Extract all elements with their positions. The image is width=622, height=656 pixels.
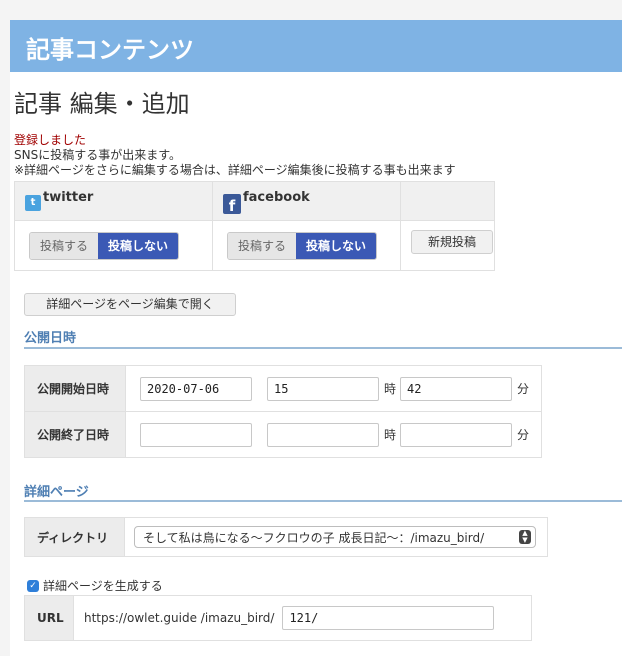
notice-line-2: ※詳細ページをさらに編集する場合は、詳細ページ編集後に投稿する事も出来ます bbox=[14, 163, 456, 177]
twitter-name: twitter bbox=[43, 189, 94, 205]
generate-detail-label: 詳細ページを生成する bbox=[43, 579, 163, 593]
publish-end-date-input[interactable] bbox=[140, 422, 252, 447]
notice-line-1: SNSに投稿する事が出来ます。 bbox=[14, 148, 182, 162]
twitter-toggle-cell: 投稿する 投稿しない bbox=[14, 220, 213, 271]
publish-start-date-input[interactable]: 2020-07-06 bbox=[140, 376, 252, 401]
publish-table: 公開開始日時 2020-07-06 15 時 42 分 公開終了日時 時分 bbox=[24, 365, 542, 458]
url-cell: https://owlet.guide /imazu_bird/121/ bbox=[73, 595, 532, 641]
url-input[interactable]: 121/ bbox=[282, 606, 495, 630]
detail-section-rule bbox=[24, 500, 622, 502]
sns-header-empty bbox=[400, 180, 495, 222]
url-prefix: https://owlet.guide /imazu_bird/ bbox=[84, 611, 275, 625]
directory-label: ディレクトリ bbox=[24, 517, 125, 557]
facebook-post-toggle: 投稿する 投稿しない bbox=[227, 231, 378, 260]
select-arrows-icon: ▲ ▼ bbox=[519, 530, 531, 544]
facebook-nopost-button[interactable]: 投稿しない bbox=[296, 232, 377, 259]
generate-detail-checkbox[interactable]: ✓ bbox=[27, 579, 39, 592]
directory-select[interactable]: そして私は鳥になる〜フクロウの子 成長日記〜：/imazu_bird/ ▲ ▼ bbox=[134, 526, 536, 548]
detail-section-title: 詳細ページ bbox=[24, 485, 89, 500]
twitter-post-button[interactable]: 投稿する bbox=[30, 232, 99, 259]
notice-message: 登録しました SNSに投稿する事が出来ます。 ※詳細ページをさらに編集する場合は… bbox=[14, 133, 456, 178]
panel-header: 記事コンテンツ bbox=[10, 20, 622, 72]
header-title: 記事コンテンツ bbox=[26, 36, 194, 64]
directory-cell: そして私は鳥になる〜フクロウの子 成長日記〜：/imazu_bird/ ▲ ▼ bbox=[124, 517, 548, 557]
twitter-post-toggle: 投稿する 投稿しない bbox=[29, 231, 180, 260]
url-table: URL https://owlet.guide /imazu_bird/121/ bbox=[24, 595, 532, 641]
new-post-button[interactable]: 新規投稿 bbox=[411, 230, 493, 255]
sns-table: t twitter f facebook 投稿する 投稿しない 投稿する 投稿しない bbox=[14, 180, 495, 271]
publish-end-inputs: 時分 bbox=[125, 411, 542, 458]
page-title: 記事 編集・追加 bbox=[14, 90, 190, 118]
open-detail-editor-button[interactable]: 詳細ページをページ編集で開く bbox=[24, 293, 236, 316]
directory-selected-value: そして私は鳥になる〜フクロウの子 成長日記〜：/imazu_bird/ bbox=[143, 530, 485, 545]
publish-section-rule bbox=[24, 347, 622, 349]
publish-section-title: 公開日時 bbox=[24, 331, 77, 346]
page: 記事コンテンツ 記事 編集・追加 登録しました SNSに投稿する事が出来ます。 … bbox=[0, 0, 622, 656]
directory-table: ディレクトリ そして私は鳥になる〜フクロウの子 成長日記〜：/imazu_bir… bbox=[24, 517, 548, 557]
minute-unit: 分 bbox=[517, 428, 530, 442]
publish-end-label: 公開終了日時 bbox=[24, 411, 126, 458]
status-message: 登録しました bbox=[14, 133, 87, 147]
publish-start-minute-input[interactable]: 42 bbox=[400, 376, 513, 401]
publish-start-hour-input[interactable]: 15 bbox=[267, 376, 379, 401]
hour-unit: 時 bbox=[384, 428, 397, 442]
publish-end-hour-input[interactable] bbox=[267, 422, 379, 447]
url-label: URL bbox=[24, 595, 74, 641]
new-post-cell: 新規投稿 bbox=[400, 220, 495, 271]
hour-unit: 時 bbox=[384, 382, 397, 396]
facebook-header: f facebook bbox=[212, 180, 401, 222]
generate-detail-row: ✓ 詳細ページを生成する bbox=[27, 577, 163, 594]
publish-end-minute-input[interactable] bbox=[400, 422, 513, 447]
twitter-header: t twitter bbox=[14, 180, 213, 222]
facebook-name: facebook bbox=[243, 189, 310, 205]
facebook-icon: f bbox=[223, 194, 241, 215]
twitter-icon: t bbox=[25, 195, 41, 212]
minute-unit: 分 bbox=[517, 382, 530, 396]
publish-start-label: 公開開始日時 bbox=[24, 365, 126, 412]
facebook-toggle-cell: 投稿する 投稿しない bbox=[212, 220, 401, 271]
facebook-post-button[interactable]: 投稿する bbox=[228, 232, 297, 259]
twitter-nopost-button[interactable]: 投稿しない bbox=[98, 232, 179, 259]
publish-start-inputs: 2020-07-06 15 時 42 分 bbox=[125, 365, 542, 412]
